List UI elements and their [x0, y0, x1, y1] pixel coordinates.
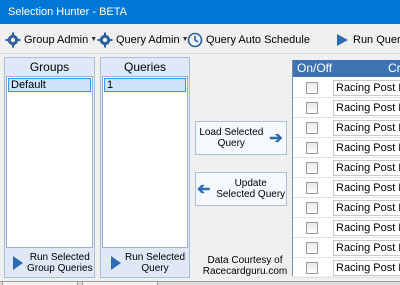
table-row: Racing Post Ra: [293, 238, 400, 258]
grid-header: On/Off Cr: [293, 60, 400, 77]
criteria-cell[interactable]: Racing Post Ra: [333, 80, 400, 96]
window-title: Selection Hunter - BETA: [8, 6, 128, 18]
onoff-checkbox[interactable]: [306, 202, 318, 214]
table-row: Racing Post Ra: [293, 78, 400, 98]
onoff-checkbox[interactable]: [306, 82, 318, 94]
arrow-left-icon: ➔: [196, 181, 211, 198]
onoff-checkbox[interactable]: [306, 142, 318, 154]
criteria-cell[interactable]: Racing Post Ra: [333, 100, 400, 116]
onoff-checkbox[interactable]: [306, 182, 318, 194]
bottom-tab[interactable]: [82, 281, 158, 285]
run-group-label-line2: Group Queries: [27, 263, 93, 274]
update-query-label: Update Selected Query: [216, 178, 285, 200]
groups-list[interactable]: Default: [6, 76, 93, 248]
queries-list[interactable]: 1: [102, 76, 188, 248]
query-schedule-label: Query Auto Schedule: [206, 33, 310, 46]
table-row: Racing Post Ra: [293, 138, 400, 158]
onoff-checkbox[interactable]: [306, 162, 318, 174]
query-auto-schedule-button[interactable]: Query Auto Schedule: [187, 31, 310, 48]
gear-icon: [97, 32, 113, 47]
onoff-checkbox[interactable]: [306, 242, 318, 254]
toolbar: Group Admin ▼ Query Admin ▼ Query Auto S…: [0, 24, 400, 54]
load-label-line2: Query: [217, 138, 245, 149]
criteria-cell[interactable]: Racing Post Ra: [333, 260, 400, 276]
query-admin-menu[interactable]: Query Admin ▼: [97, 31, 189, 48]
credit-line1: Data Courtesy of: [207, 255, 283, 266]
play-icon: [13, 256, 23, 270]
clock-icon: [187, 32, 203, 47]
table-row: Racing Post Ra: [293, 178, 400, 198]
title-bar: Selection Hunter - BETA: [0, 0, 400, 24]
data-credit: Data Courtesy of Racecardguru.com: [200, 255, 290, 277]
query-admin-label: Query Admin: [116, 33, 180, 46]
table-row: Racing Post Ra: [293, 118, 400, 138]
run-query-button[interactable]: Run Query: [334, 31, 400, 48]
criteria-cell[interactable]: Racing Post Ra: [333, 140, 400, 156]
bottom-tab[interactable]: [2, 281, 78, 285]
run-query-label-line2: Query: [141, 263, 169, 274]
run-query-panel-label: Run Selected Query: [125, 252, 185, 274]
table-row: Racing Post Ra: [293, 158, 400, 178]
group-admin-menu[interactable]: Group Admin ▼: [5, 31, 97, 48]
queries-panel: Queries 1 Run Selected Query: [100, 57, 190, 278]
run-query-label: Run Query: [353, 33, 400, 46]
update-label-line2: Selected Query: [216, 189, 286, 200]
onoff-checkbox[interactable]: [306, 262, 318, 274]
onoff-checkbox[interactable]: [306, 222, 318, 234]
criteria-cell[interactable]: Racing Post Ra: [333, 220, 400, 236]
list-item[interactable]: Default: [8, 78, 91, 92]
table-row: Racing Post Ra: [293, 98, 400, 118]
table-row: Racing Post Ra: [293, 258, 400, 278]
arrow-right-icon: ➔: [269, 130, 283, 147]
criteria-cell[interactable]: Racing Post Ra: [333, 180, 400, 196]
update-label-line1: Update: [234, 178, 267, 189]
run-group-label: Run Selected Group Queries: [27, 252, 93, 274]
column-header-onoff[interactable]: On/Off: [297, 60, 332, 77]
run-query-label-line1: Run Selected: [125, 252, 186, 263]
play-icon: [111, 256, 121, 270]
queries-title: Queries: [123, 60, 167, 74]
onoff-checkbox[interactable]: [306, 102, 318, 114]
criteria-cell[interactable]: Racing Post Ra: [333, 120, 400, 136]
criteria-grid: On/Off Cr Racing Post Ra Racing Post Ra …: [292, 60, 400, 278]
run-selected-query-button[interactable]: Run Selected Query: [111, 252, 185, 274]
group-admin-label: Group Admin: [24, 33, 89, 46]
onoff-checkbox[interactable]: [306, 122, 318, 134]
criteria-cell[interactable]: Racing Post Ra: [333, 240, 400, 256]
load-query-label: Load Selected Query: [199, 127, 263, 149]
criteria-cell[interactable]: Racing Post Ra: [333, 160, 400, 176]
load-selected-query-button[interactable]: Load Selected Query ➔: [195, 121, 287, 155]
criteria-cell[interactable]: Racing Post Ra: [333, 200, 400, 216]
column-header-criteria[interactable]: Cr: [388, 60, 400, 77]
play-icon: [337, 33, 348, 46]
run-selected-group-queries-button[interactable]: Run Selected Group Queries: [13, 252, 93, 274]
groups-panel: Groups Default Run Selected Group Querie…: [4, 57, 95, 278]
table-row: Racing Post Ra: [293, 218, 400, 238]
run-group-label-line1: Run Selected: [29, 252, 90, 263]
load-label-line1: Load Selected: [199, 127, 264, 138]
credit-line2: Racecardguru.com: [202, 266, 288, 277]
update-selected-query-button[interactable]: ➔ Update Selected Query: [195, 172, 287, 206]
list-item[interactable]: 1: [104, 78, 186, 92]
gear-icon: [5, 32, 21, 47]
table-row: Racing Post Ra: [293, 198, 400, 218]
groups-title: Groups: [29, 60, 70, 74]
